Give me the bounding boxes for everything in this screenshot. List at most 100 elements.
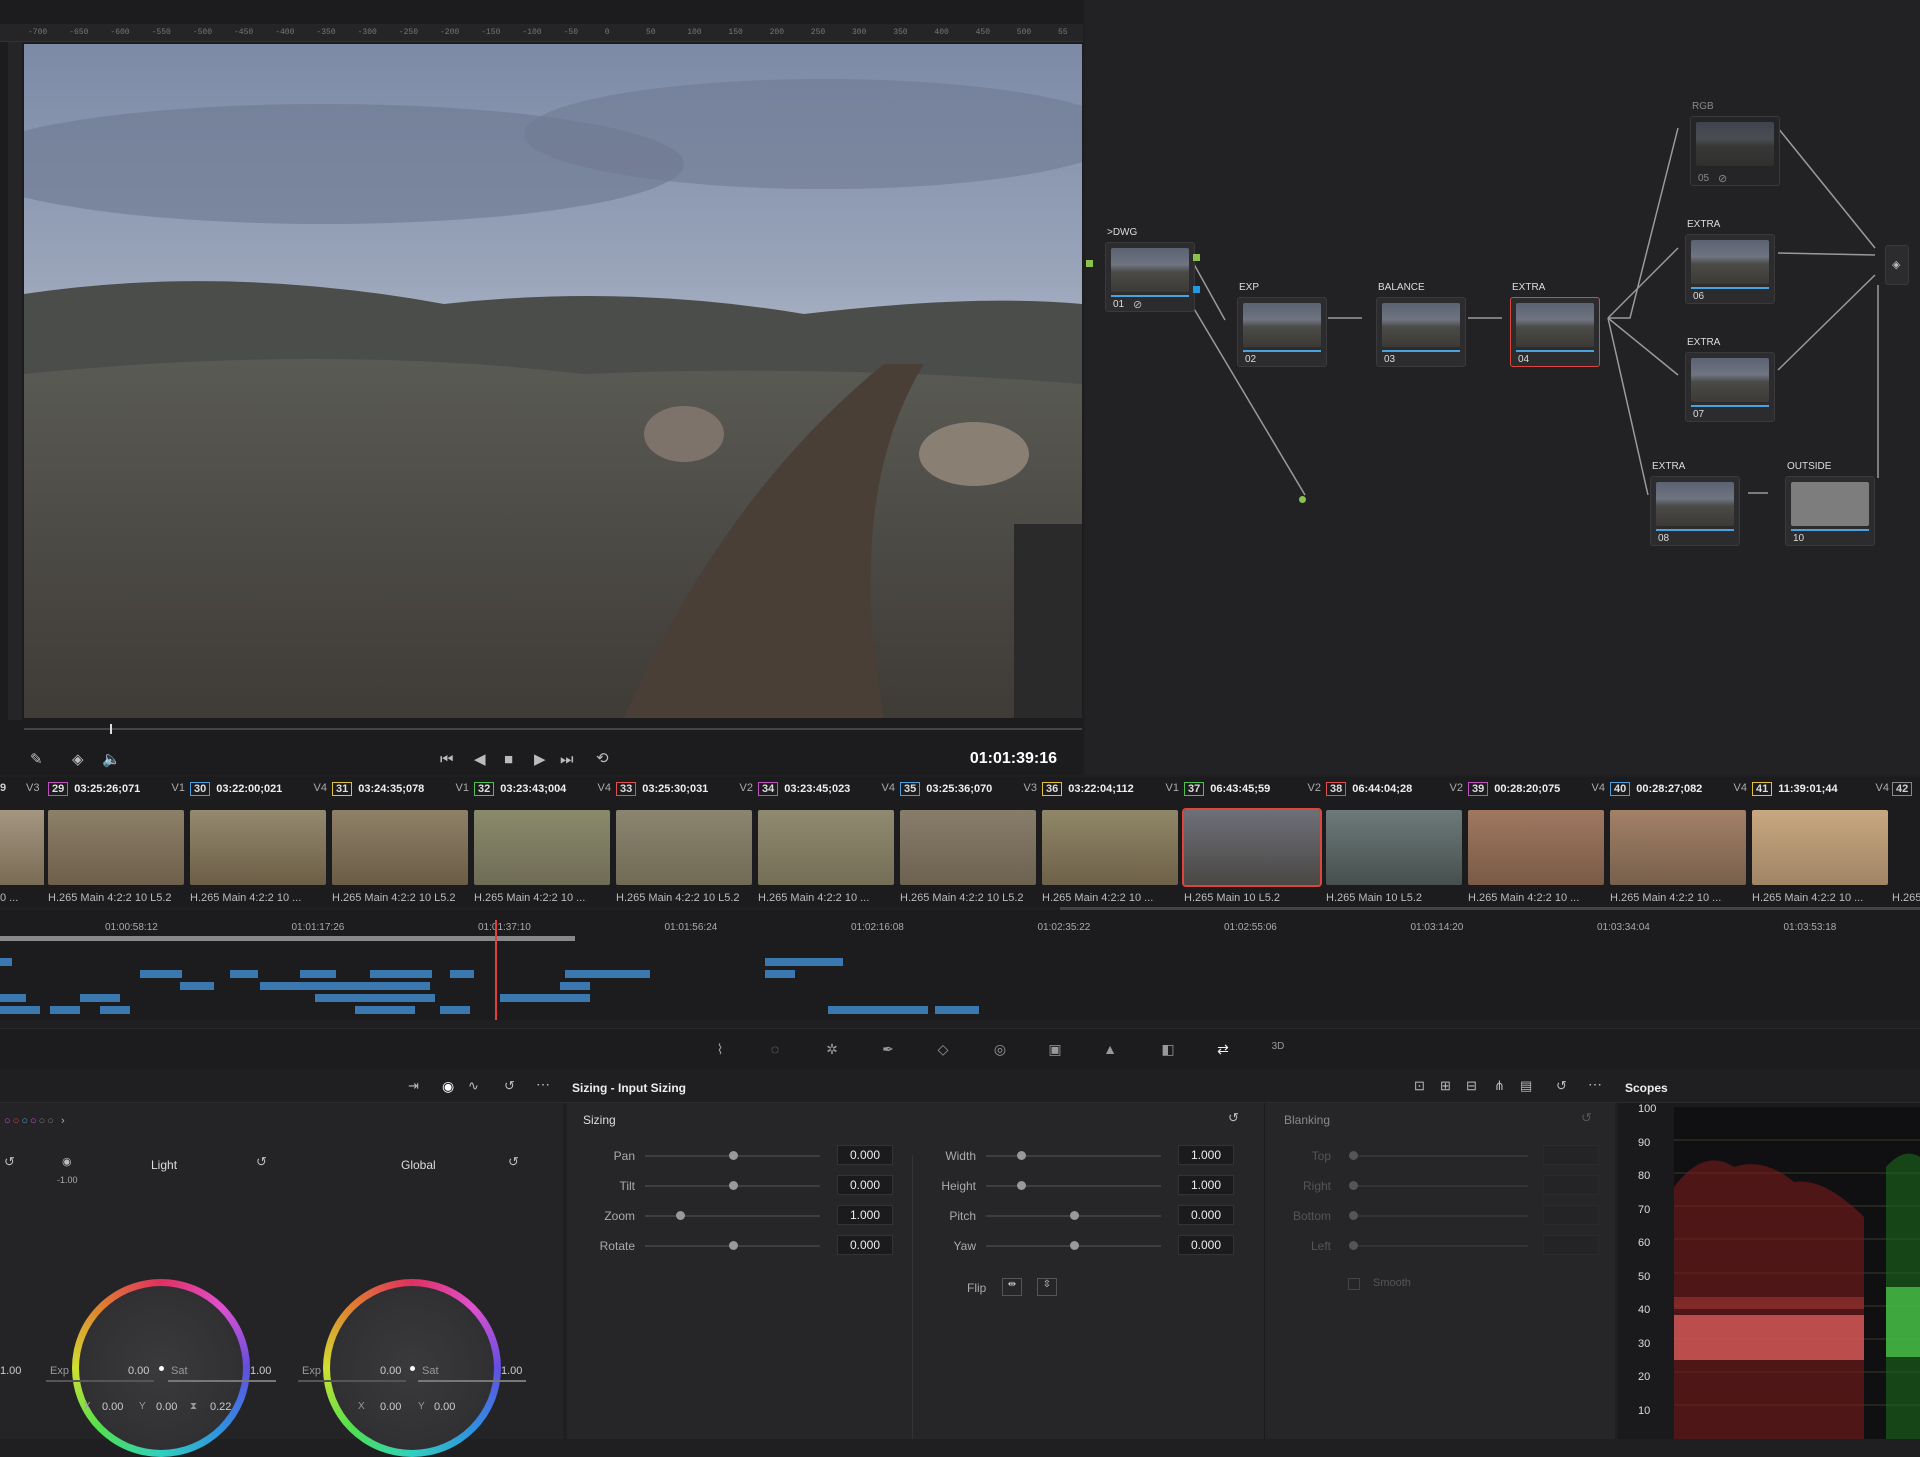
timeline-clip-bar[interactable] bbox=[80, 994, 120, 1002]
light-wheel-center[interactable] bbox=[159, 1366, 164, 1371]
node-08[interactable]: EXTRA 08 bbox=[1650, 461, 1740, 546]
color-warper-icon[interactable]: ◌ bbox=[765, 1041, 785, 1059]
timeline-clip-bar[interactable] bbox=[410, 970, 432, 978]
light-y-value[interactable]: 0.00 bbox=[156, 1401, 177, 1413]
node-input-dot[interactable] bbox=[1086, 260, 1093, 267]
wheels-icon[interactable]: ◉ bbox=[442, 1079, 454, 1093]
node-03[interactable]: BALANCE 03 bbox=[1376, 282, 1466, 367]
slider-handle[interactable] bbox=[1069, 1241, 1079, 1250]
reset-icon[interactable]: ↺ bbox=[4, 1155, 15, 1168]
loop-icon[interactable]: ⟲ bbox=[596, 751, 609, 766]
sizing-zoom-slider[interactable] bbox=[645, 1211, 820, 1220]
timeline-ruler[interactable]: 01:00:58:12 01:01:17:26 01:01:37:10 01:01:5… bbox=[0, 918, 1920, 938]
blanking-left-value[interactable] bbox=[1543, 1235, 1599, 1255]
sizing-pan-value[interactable]: 0.000 bbox=[837, 1145, 893, 1165]
waveform-icon[interactable]: ∿ bbox=[468, 1079, 479, 1092]
sizing-width-slider[interactable] bbox=[986, 1151, 1161, 1160]
reset-icon[interactable]: ↺ bbox=[256, 1155, 267, 1168]
global-exp-value[interactable]: 0.00 bbox=[380, 1365, 401, 1377]
light-sat-slider[interactable] bbox=[168, 1380, 276, 1382]
sizing-pitch-slider[interactable] bbox=[986, 1211, 1161, 1220]
more-icon[interactable]: ⋯ bbox=[536, 1077, 550, 1091]
scrub-bar[interactable] bbox=[24, 728, 1082, 730]
global-x-value[interactable]: 0.00 bbox=[380, 1401, 401, 1413]
timeline-clip-bar[interactable] bbox=[935, 1006, 979, 1014]
clip-thumbnail[interactable]: 30 03:22:00;021 V4 H.265 Main 4:2:2 10 ... bbox=[188, 777, 329, 907]
flip-vertical-button[interactable]: ⇳ bbox=[1037, 1278, 1057, 1296]
timeline-clip-bar[interactable] bbox=[100, 1006, 130, 1014]
timeline-clip-bar[interactable] bbox=[50, 1006, 80, 1014]
curves-icon[interactable]: ⌇ bbox=[710, 1041, 730, 1059]
clip-thumbnail[interactable]: 38 06:44:04;28 V2 H.265 Main 10 L5.2 bbox=[1324, 777, 1465, 907]
window-icon[interactable]: ◇ bbox=[933, 1041, 953, 1059]
jump-end-icon[interactable]: ⏭ bbox=[560, 752, 574, 767]
clip-thumbnail[interactable]: 40 00:28:27;082 V4 H.265 Main 4:2:2 10 ... bbox=[1608, 777, 1749, 907]
more-icon[interactable]: ⋯ bbox=[1588, 1077, 1602, 1091]
sizing-pan-slider[interactable] bbox=[645, 1151, 820, 1160]
node-01[interactable]: >DWG 01 ⊘ bbox=[1105, 227, 1195, 312]
flip-horizontal-button[interactable]: ⇹ bbox=[1002, 1278, 1022, 1296]
key-icon[interactable]: ◧ bbox=[1158, 1041, 1178, 1059]
slider-handle[interactable] bbox=[1349, 1241, 1358, 1250]
node-output-dot[interactable] bbox=[1193, 254, 1200, 261]
timeline-clip-bar[interactable] bbox=[0, 994, 26, 1002]
timeline-clip-bar[interactable] bbox=[450, 970, 474, 978]
slider-handle[interactable] bbox=[728, 1181, 738, 1190]
node-05[interactable]: RGB 05 ⊘ bbox=[1690, 101, 1780, 186]
slider-handle[interactable] bbox=[676, 1211, 685, 1220]
sizing-mode-icon[interactable]: ⊡ bbox=[1414, 1079, 1425, 1092]
global-sat-slider[interactable] bbox=[418, 1380, 526, 1382]
reset-icon[interactable]: ↺ bbox=[504, 1079, 515, 1092]
channel-dots[interactable]: ○○○○○○ › bbox=[4, 1115, 67, 1127]
target-icon[interactable]: ◉ bbox=[62, 1155, 72, 1168]
sizing-yaw-slider[interactable] bbox=[986, 1241, 1161, 1250]
scrub-handle[interactable] bbox=[110, 724, 112, 734]
global-wheel-center[interactable] bbox=[410, 1366, 415, 1371]
timeline-clip-bar[interactable] bbox=[300, 970, 336, 978]
node-07[interactable]: EXTRA 07 bbox=[1685, 337, 1775, 422]
tracker-icon[interactable]: ◎ bbox=[990, 1041, 1010, 1059]
node-10[interactable]: OUTSIDE 10 bbox=[1785, 461, 1875, 546]
reset-icon[interactable]: ↺ bbox=[508, 1155, 519, 1168]
timeline-clip-bar[interactable] bbox=[230, 970, 258, 978]
3d-icon[interactable]: 3D bbox=[1268, 1041, 1288, 1059]
clip-thumbnail[interactable]: 29 03:25:26;071 V1 H.265 Main 4:2:2 10 L5.2 bbox=[46, 777, 187, 907]
magic-mask-icon[interactable]: ▣ bbox=[1045, 1041, 1065, 1059]
global-sat-value[interactable]: 1.00 bbox=[501, 1365, 522, 1377]
blanking-right-value[interactable] bbox=[1543, 1175, 1599, 1195]
timeline-clip-bar[interactable] bbox=[0, 958, 12, 966]
clip-thumbnail[interactable]: 35 03:25:36;070 V3 H.265 Main 4:2:2 10 L5.2 bbox=[898, 777, 1039, 907]
sizing-height-slider[interactable] bbox=[986, 1181, 1161, 1190]
sizing-rotate-slider[interactable] bbox=[645, 1241, 820, 1250]
jump-start-icon[interactable]: ⏮ bbox=[440, 752, 454, 767]
playhead[interactable] bbox=[495, 920, 497, 1020]
slider-handle[interactable] bbox=[1017, 1181, 1026, 1190]
node-04-selected[interactable]: EXTRA 04 bbox=[1510, 282, 1600, 367]
timeline-clip-bar[interactable] bbox=[315, 994, 435, 1002]
light-x-value[interactable]: 0.00 bbox=[102, 1401, 123, 1413]
sizing-yaw-value[interactable]: 0.000 bbox=[1178, 1235, 1234, 1255]
global-exp-slider[interactable] bbox=[298, 1380, 406, 1382]
light-exp-slider[interactable] bbox=[46, 1380, 154, 1382]
sizing-height-value[interactable]: 1.000 bbox=[1178, 1175, 1234, 1195]
timeline-clip-bar[interactable] bbox=[330, 982, 430, 990]
video-frame[interactable] bbox=[24, 44, 1082, 718]
clip-thumbnail[interactable]: 31 03:24:35;078 V1 H.265 Main 4:2:2 10 L5.2 bbox=[330, 777, 471, 907]
slider-handle[interactable] bbox=[728, 1151, 738, 1160]
slider-handle[interactable] bbox=[1069, 1211, 1079, 1220]
clip-thumbnail[interactable]: 39 00:28:20;075 V4 H.265 Main 4:2:2 10 ... bbox=[1466, 777, 1607, 907]
reset-icon[interactable]: ↺ bbox=[1581, 1111, 1592, 1124]
global-y-value[interactable]: 0.00 bbox=[434, 1401, 455, 1413]
play-icon[interactable]: ▶ bbox=[534, 752, 546, 767]
blanking-bottom-slider[interactable] bbox=[1349, 1211, 1528, 1220]
blanking-left-slider[interactable] bbox=[1349, 1241, 1528, 1250]
sizing-width-value[interactable]: 1.000 bbox=[1178, 1145, 1234, 1165]
reverse-icon[interactable]: ◀ bbox=[474, 752, 486, 767]
stop-icon[interactable]: ■ bbox=[504, 752, 513, 767]
timeline-clip-bar[interactable] bbox=[260, 982, 332, 990]
clip-thumbnail[interactable]: 33 03:25:30;031 V2 H.265 Main 4:2:2 10 L5.2 bbox=[614, 777, 755, 907]
sizing-rotate-value[interactable]: 0.000 bbox=[837, 1235, 893, 1255]
node-graph[interactable]: >DWG 01 ⊘ EXP 02 BALANCE 03 EXTRA 04 RGB… bbox=[1085, 0, 1920, 775]
mode-icon[interactable]: ⇥ bbox=[408, 1079, 419, 1092]
light-exp-value[interactable]: 0.00 bbox=[128, 1365, 149, 1377]
